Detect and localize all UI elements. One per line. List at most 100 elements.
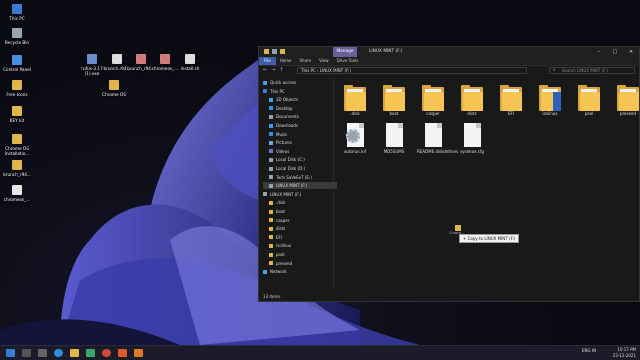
address-bar[interactable]: This PC › LINUX MINT (F:) [297, 67, 527, 74]
nav-item-label: 3D Objects [276, 97, 299, 103]
folder-icon [383, 85, 405, 111]
desktop-item-icon [185, 54, 195, 64]
file-item[interactable]: dists [456, 85, 488, 117]
nav-item[interactable]: Documents [263, 113, 337, 120]
desktop-item-icon [12, 185, 22, 195]
desktop-icon-label: Control Panel [3, 67, 31, 72]
desktop-icon-label: Recycle Bin [4, 40, 30, 45]
start-button[interactable] [6, 349, 15, 357]
desktop-icon[interactable]: rufus-3.17 (1).exe [78, 54, 106, 76]
settings-file-icon [344, 123, 366, 149]
nav-item[interactable]: Pictures [263, 139, 337, 146]
file-item[interactable]: casper [417, 85, 449, 117]
desktop-icon[interactable]: This PC [3, 4, 31, 21]
videos-icon [269, 149, 273, 154]
forward-button[interactable]: → [271, 67, 275, 73]
nav-item[interactable]: .disk [263, 199, 337, 206]
folder-icon[interactable] [264, 49, 269, 54]
desktop-icon[interactable]: KEY kit [3, 106, 31, 123]
language-indicator[interactable]: ENG IN [582, 348, 596, 353]
desktop-icon-label: install.sh [180, 66, 200, 71]
nav-item[interactable]: boot [263, 208, 337, 215]
desktop-icon[interactable]: chromeos_... [151, 54, 179, 71]
file-item[interactable]: pool [573, 85, 605, 117]
file-item[interactable]: .disk [339, 85, 371, 117]
desktop-icon[interactable]: Control Panel [3, 55, 31, 72]
edge-icon[interactable] [54, 349, 63, 357]
desktop-icon[interactable]: install.sh [176, 54, 204, 71]
nav-item[interactable]: LINUX MINT (F:) [263, 182, 337, 190]
back-button[interactable]: ← [263, 67, 267, 73]
file-name: dists [467, 111, 477, 116]
tab-drive-tools[interactable]: Drive Tools [333, 57, 363, 65]
nav-item[interactable]: Local Disk (D:) [263, 165, 337, 172]
nav-item[interactable]: Music [263, 131, 337, 138]
file-explorer-taskbar-icon[interactable] [70, 349, 79, 357]
file-item[interactable]: README.diskdefines [417, 123, 459, 155]
close-icon[interactable]: ✕ [623, 47, 639, 57]
cube-icon [269, 97, 273, 102]
nav-item[interactable]: LINUX MINT (F:) [263, 191, 331, 198]
search-input[interactable]: ⌕ Search LINUX MINT (F:) [549, 67, 635, 74]
nav-item[interactable]: Network [263, 268, 331, 275]
desktop-icon[interactable]: Chrome OS [100, 80, 128, 97]
nav-item[interactable]: isolinux [263, 242, 337, 249]
nav-item[interactable]: EFI [263, 234, 337, 241]
nav-item[interactable]: Local Disk (C:) [263, 156, 337, 163]
desktop-icon[interactable]: Recycle Bin [3, 28, 31, 45]
desktop-icon[interactable]: Chrome OS Installatio... [3, 134, 31, 156]
nav-item[interactable]: 3D Objects [263, 96, 337, 103]
nav-item[interactable]: preseed [263, 260, 337, 267]
nav-item[interactable]: Downloads [263, 122, 337, 129]
file-item[interactable]: EFI [495, 85, 527, 117]
tab-file[interactable]: File [259, 57, 276, 65]
file-item[interactable]: isolinux [534, 85, 566, 117]
tab-home[interactable]: Home [276, 57, 296, 65]
nav-item-label: Local Disk (D:) [276, 166, 306, 171]
nav-item-label: Documents [276, 114, 299, 120]
file-item[interactable]: boot [378, 85, 410, 117]
desktop-icon[interactable]: Free Icons [3, 80, 31, 97]
search-button[interactable] [22, 349, 31, 357]
nav-item[interactable]: This PC [263, 88, 331, 95]
desktop-icon-label: chromeos_... [3, 197, 31, 202]
desktop-icon[interactable]: brunch_r94... [3, 160, 31, 177]
documents-icon [269, 114, 273, 119]
file-item[interactable]: preseed [612, 85, 640, 117]
minimize-icon[interactable]: – [591, 47, 607, 57]
clock[interactable]: 10:17 PM 23-12-2021 [613, 347, 636, 359]
file-item[interactable]: sysImax.cfg [456, 123, 488, 155]
download-icon [269, 123, 273, 128]
tab-share[interactable]: Share [296, 57, 316, 65]
nav-item[interactable]: Videos [263, 148, 337, 155]
tab-view[interactable]: View [315, 57, 333, 65]
desktop-icon[interactable]: chromeos_... [3, 185, 31, 202]
nav-item[interactable]: Tech SaVeEeT (E:) [263, 174, 337, 181]
file-list: Chrom... + Copy to LINUX MINT (F:) .disk… [335, 77, 640, 291]
nav-item[interactable]: Desktop [263, 105, 337, 112]
nav-item[interactable]: dists [263, 225, 337, 232]
file-name: README.diskdefines [417, 149, 459, 154]
new-folder-icon[interactable] [280, 49, 285, 54]
nav-item[interactable]: Quick access [263, 79, 331, 86]
file-name: .disk [350, 111, 360, 116]
file-item[interactable]: MD5SUMS [378, 123, 410, 155]
nav-item[interactable]: pool [263, 251, 337, 258]
properties-icon[interactable] [272, 49, 277, 54]
nav-item[interactable]: casper [263, 217, 337, 224]
title-bar[interactable]: Manage LINUX MINT (F:) – □ ✕ [259, 47, 639, 57]
chrome-icon[interactable] [102, 349, 111, 357]
up-button[interactable]: ↑ [279, 67, 283, 73]
file-item[interactable]: autorun.inf [339, 123, 371, 155]
app-icon[interactable] [118, 349, 127, 357]
desktop-icon-label: Chrome OS [102, 92, 126, 97]
app-icon-2[interactable] [134, 349, 143, 357]
task-view-button[interactable] [38, 349, 47, 357]
desktop-item-icon [12, 80, 22, 90]
manage-tab[interactable]: Manage [333, 47, 357, 57]
file-icon [422, 123, 444, 149]
file-name: sysImax.cfg [460, 149, 484, 154]
maximize-icon[interactable]: □ [607, 47, 623, 57]
network-icon [263, 269, 267, 274]
camtasia-icon[interactable] [86, 349, 95, 357]
